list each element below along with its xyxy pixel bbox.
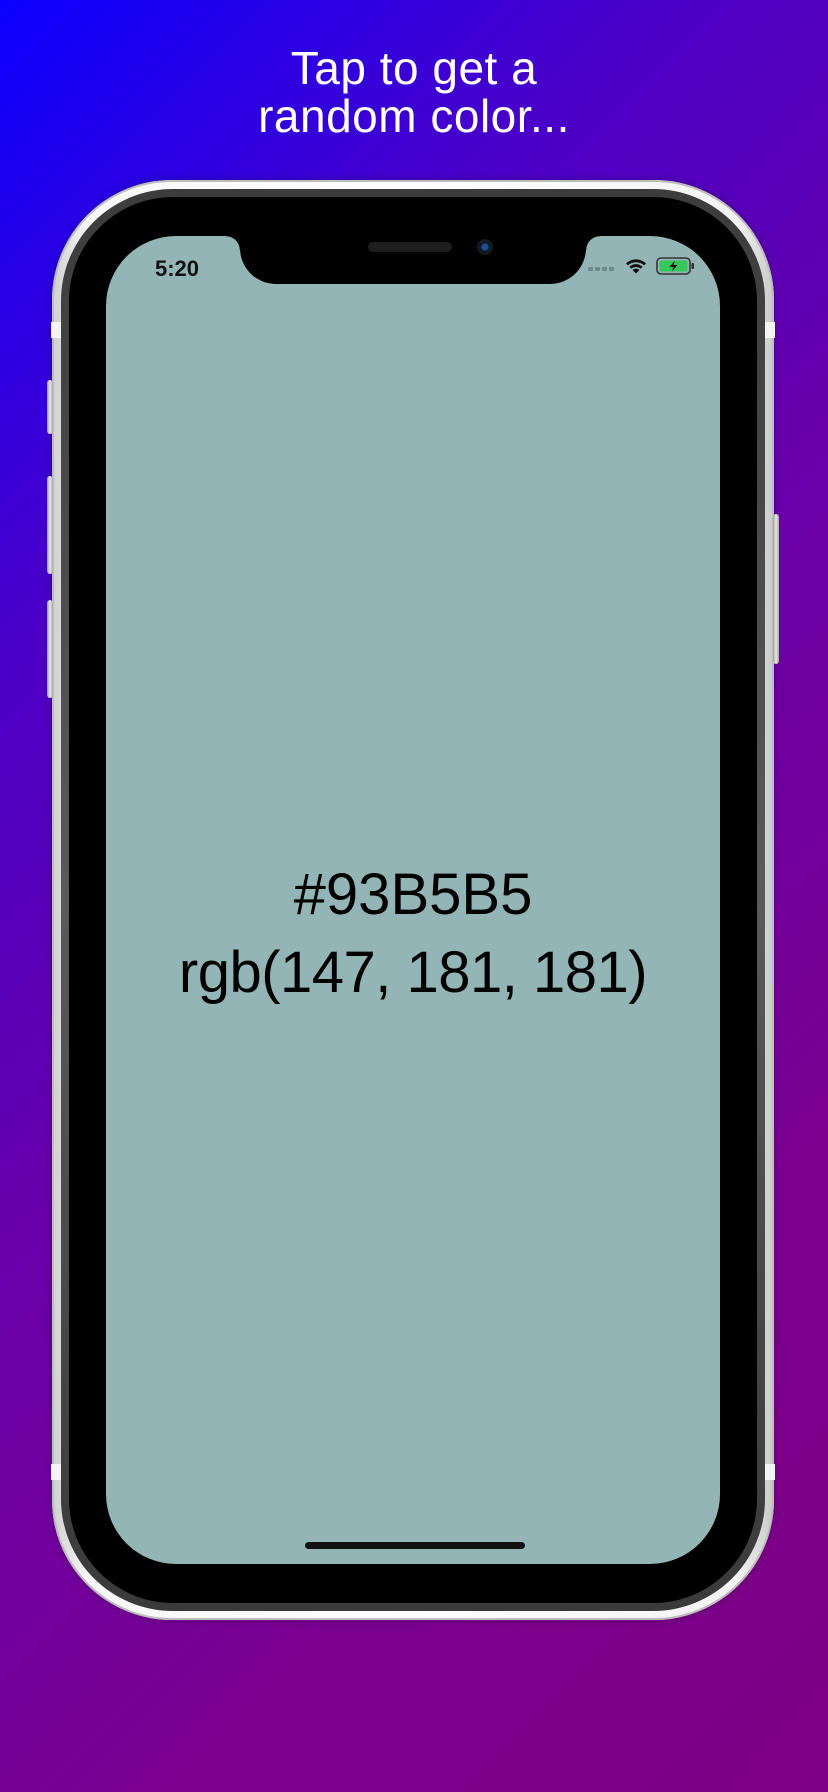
status-icons xyxy=(588,256,696,280)
phone-screen[interactable]: 5:20 #93B5B5 rgb(147, 181, 181) xyxy=(106,236,720,1564)
wifi-icon xyxy=(624,257,648,280)
battery-charging-icon xyxy=(656,256,696,281)
notch xyxy=(226,236,600,284)
mute-switch xyxy=(47,380,53,434)
headline-line-2: random color... xyxy=(258,90,570,142)
front-camera xyxy=(477,239,493,255)
volume-down-button xyxy=(47,600,53,698)
color-values: #93B5B5 rgb(147, 181, 181) xyxy=(106,856,720,1012)
headline: Tap to get a random color... xyxy=(0,44,828,140)
side-power-button xyxy=(773,514,779,664)
status-time: 5:20 xyxy=(155,256,200,281)
headline-line-1: Tap to get a xyxy=(290,42,538,94)
rgb-value: rgb(147, 181, 181) xyxy=(178,940,648,1005)
hex-value: #93B5B5 xyxy=(293,862,533,927)
volume-up-button xyxy=(47,476,53,574)
cellular-signal-icon xyxy=(588,259,616,277)
phone-frame: 5:20 #93B5B5 rgb(147, 181, 181) xyxy=(47,180,779,1620)
earpiece-speaker xyxy=(368,242,452,252)
home-indicator[interactable] xyxy=(305,1542,525,1549)
